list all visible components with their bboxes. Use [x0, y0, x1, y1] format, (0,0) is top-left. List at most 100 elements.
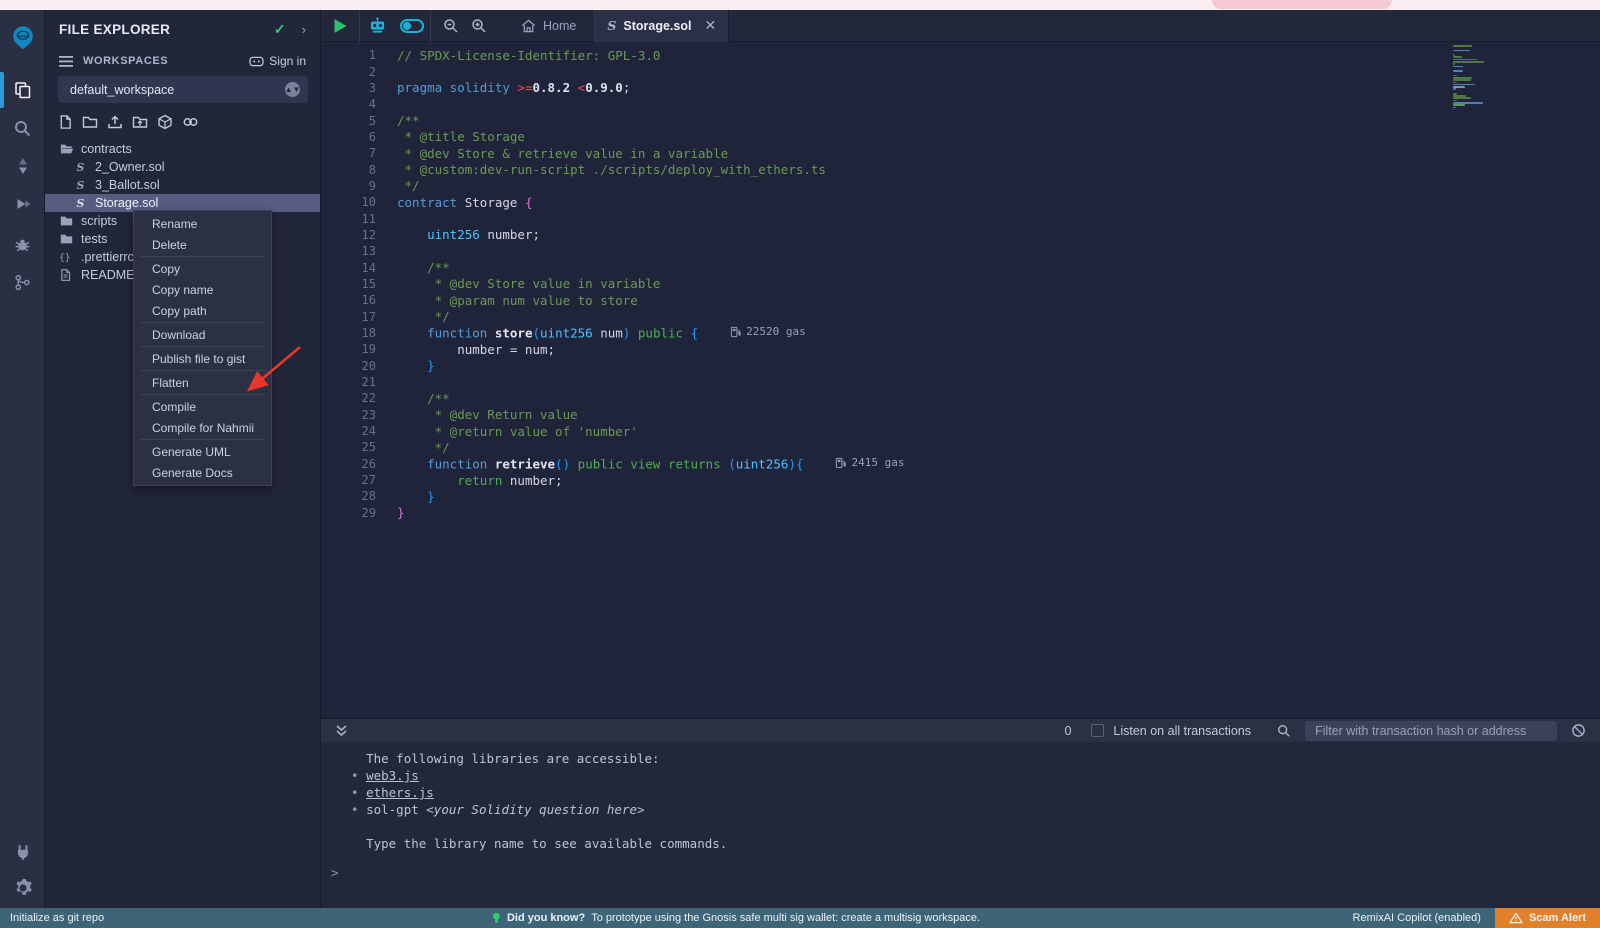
sign-in-button[interactable]: Sign in	[249, 54, 306, 68]
code-editor[interactable]: 1// SPDX-License-Identifier: GPL-3.023pr…	[321, 42, 1600, 718]
load-cube-icon[interactable]	[157, 114, 173, 130]
sol-icon: S	[73, 160, 88, 174]
plugin-manager-icon[interactable]	[0, 836, 45, 868]
terminal-link[interactable]: ethers.js	[366, 785, 434, 800]
transaction-count-badge: 0	[1064, 724, 1071, 738]
code-line: 20 }	[321, 358, 1600, 374]
ai-copilot-robot-icon[interactable]	[360, 17, 394, 34]
menu-divider	[140, 439, 265, 440]
menu-item-flatten[interactable]: Flatten	[134, 372, 271, 393]
copilot-status[interactable]: RemixAI Copilot (enabled)	[1353, 912, 1481, 924]
menu-item-compile-for-nahmii[interactable]: Compile for Nahmii	[134, 417, 271, 438]
svg-text:S: S	[77, 179, 85, 192]
browser-chrome-strip	[0, 0, 1600, 10]
code-line: 15 * @dev Store value in variable	[321, 276, 1600, 292]
terminal-line: • sol-gpt <your Solidity question here>	[351, 802, 1600, 819]
code-line: 18 function store(uint256 num) public {2…	[321, 325, 1600, 341]
line-number: 5	[321, 114, 376, 128]
menu-item-copy-name[interactable]: Copy name	[134, 279, 271, 300]
terminal-line: Type the library name to see available c…	[351, 836, 1600, 853]
file-explorer-icon[interactable]	[0, 74, 45, 106]
zoom-in-icon[interactable]	[465, 18, 493, 34]
hamburger-menu-icon[interactable]	[59, 56, 73, 67]
solidity-compiler-icon[interactable]	[0, 150, 45, 182]
home-icon	[521, 19, 536, 33]
line-number: 21	[321, 375, 376, 389]
tree-item-contracts[interactable]: contracts	[45, 140, 320, 158]
editor-toolbar: Home S Storage.sol ✕	[321, 10, 1600, 42]
settings-icon[interactable]	[0, 872, 45, 904]
svg-text:S: S	[77, 161, 85, 174]
file-explorer-toolbar	[58, 114, 199, 130]
code-line: 25 */	[321, 439, 1600, 455]
code-line: 1// SPDX-License-Identifier: GPL-3.0	[321, 47, 1600, 63]
tree-item-label: 2_Owner.sol	[95, 160, 164, 174]
deploy-run-icon[interactable]	[0, 188, 45, 220]
listen-transactions-checkbox[interactable]	[1091, 724, 1104, 737]
menu-item-download[interactable]: Download	[134, 324, 271, 345]
zoom-out-icon[interactable]	[437, 18, 465, 34]
did-you-know-tip: Did you know? To prototype using the Gno…	[492, 912, 980, 925]
terminal-prompt: >	[321, 865, 1600, 880]
debugger-icon[interactable]	[0, 228, 45, 260]
editor-area: Home S Storage.sol ✕ 1// SPDX-License-Id…	[320, 10, 1600, 908]
close-tab-icon[interactable]: ✕	[704, 17, 716, 34]
line-number: 24	[321, 424, 376, 438]
editor-minimap[interactable]	[1453, 45, 1523, 111]
tree-item-3-ballot-sol[interactable]: S3_Ballot.sol	[45, 176, 320, 194]
menu-item-publish-file-to-gist[interactable]: Publish file to gist	[134, 348, 271, 369]
scam-alert-button[interactable]: Scam Alert	[1495, 908, 1600, 928]
tab-storage-sol[interactable]: S Storage.sol ✕	[595, 10, 729, 42]
terminal-line: • ethers.js	[351, 785, 1600, 802]
new-folder-icon[interactable]	[82, 114, 98, 130]
transaction-filter-input[interactable]	[1305, 721, 1557, 741]
menu-divider	[140, 394, 265, 395]
git-icon[interactable]	[0, 266, 45, 298]
terminal[interactable]: The following libraries are accessible: •…	[321, 742, 1600, 908]
workspace-select[interactable]: default_workspace ▲▼	[58, 76, 308, 103]
warning-triangle-icon	[1509, 912, 1523, 924]
line-number: 11	[321, 212, 376, 226]
search-icon[interactable]	[0, 112, 45, 144]
menu-item-generate-uml[interactable]: Generate UML	[134, 441, 271, 462]
line-number: 29	[321, 506, 376, 520]
menu-item-generate-docs[interactable]: Generate Docs	[134, 462, 271, 483]
code-line: 11	[321, 210, 1600, 226]
line-number: 19	[321, 342, 376, 356]
tab-home[interactable]: Home	[503, 10, 594, 42]
import-url-icon[interactable]	[182, 114, 199, 130]
run-script-button[interactable]	[321, 18, 359, 34]
remix-logo-icon[interactable]	[0, 22, 45, 54]
terminal-expand-icon[interactable]	[335, 724, 348, 738]
search-icon[interactable]	[1277, 724, 1291, 738]
upload-folder-icon[interactable]	[132, 114, 148, 130]
git-init-status[interactable]: Initialize as git repo	[0, 912, 104, 924]
sol-icon: S	[73, 178, 88, 192]
code-line: 17 */	[321, 309, 1600, 325]
listen-transactions-label[interactable]: Listen on all transactions	[1113, 724, 1251, 738]
copilot-toggle[interactable]	[394, 19, 430, 33]
code-line: 16 * @param num value to store	[321, 292, 1600, 308]
file-icon	[59, 268, 74, 282]
menu-item-delete[interactable]: Delete	[134, 234, 271, 255]
code-line: 21	[321, 374, 1600, 390]
sol-icon: S	[73, 196, 88, 210]
code-line: 29}	[321, 505, 1600, 521]
upload-file-icon[interactable]	[107, 114, 123, 130]
new-file-icon[interactable]	[58, 114, 73, 130]
terminal-line: The following libraries are accessible:	[351, 751, 1600, 768]
line-number: 14	[321, 261, 376, 275]
menu-item-rename[interactable]: Rename	[134, 213, 271, 234]
code-line: 12 uint256 number;	[321, 227, 1600, 243]
workspaces-label: WORKSPACES	[83, 55, 249, 67]
terminal-link[interactable]: web3.js	[366, 768, 419, 783]
clear-console-icon[interactable]	[1571, 723, 1586, 738]
menu-item-copy-path[interactable]: Copy path	[134, 300, 271, 321]
chevron-right-icon[interactable]: ›	[302, 22, 306, 37]
menu-item-copy[interactable]: Copy	[134, 258, 271, 279]
tree-item-label: tests	[81, 232, 107, 246]
menu-item-compile[interactable]: Compile	[134, 396, 271, 417]
tree-item-2-owner-sol[interactable]: S 2_Owner.sol	[45, 158, 320, 176]
code-line: 13	[321, 243, 1600, 259]
check-icon[interactable]: ✓	[274, 21, 286, 38]
